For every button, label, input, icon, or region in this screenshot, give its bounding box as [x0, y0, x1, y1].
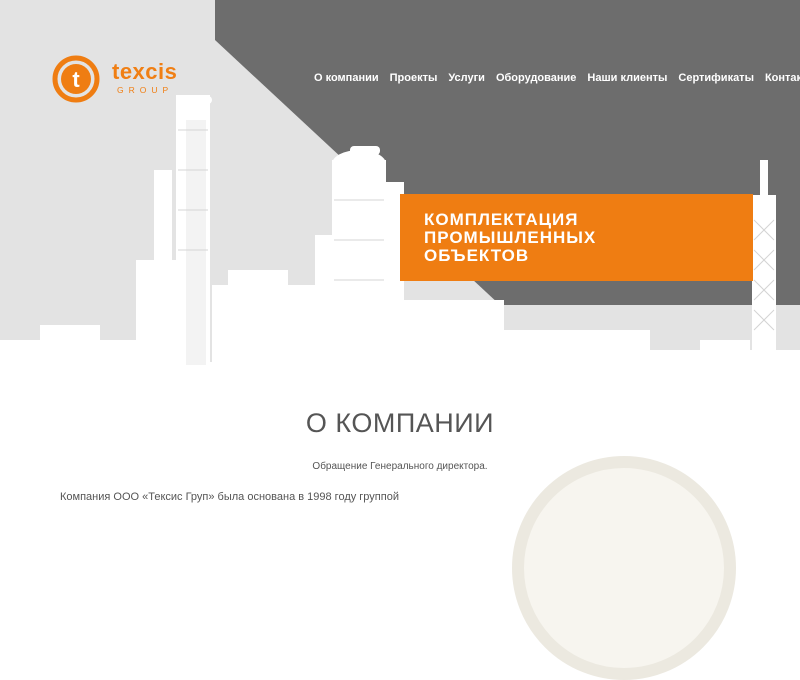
nav-item-projects[interactable]: Проекты: [390, 72, 438, 84]
hero-banner: КОМПЛЕКТАЦИЯ ПРОМЫШЛЕННЫХ ОБЪЕКТОВ: [400, 194, 753, 281]
company-intro-text: Компания ООО «Тексис Груп» была основана…: [60, 491, 399, 503]
nav-item-contacts[interactable]: Контакты: [765, 72, 800, 84]
main-nav: О компании Проекты Услуги Оборудование Н…: [314, 72, 800, 84]
brand-logo[interactable]: t texcis GROUP: [50, 52, 180, 108]
nav-item-certificates[interactable]: Сертификаты: [678, 72, 754, 84]
logo-mark-icon: t: [52, 55, 100, 103]
svg-text:t: t: [72, 67, 80, 92]
nav-item-equipment[interactable]: Оборудование: [496, 72, 576, 84]
director-photo: [512, 456, 736, 680]
hero-section: t texcis GROUP О компании Проекты Услуги…: [0, 0, 800, 392]
section-title: О КОМПАНИИ: [305, 408, 495, 438]
nav-item-services[interactable]: Услуги: [448, 72, 485, 84]
hero-headline: КОМПЛЕКТАЦИЯ ПРОМЫШЛЕННЫХ ОБЪЕКТОВ: [424, 210, 597, 265]
brand-subtitle: GROUP: [117, 85, 174, 95]
nav-item-about[interactable]: О компании: [314, 72, 379, 84]
brand-name: texcis: [112, 59, 178, 84]
nav-item-clients[interactable]: Наши клиенты: [587, 72, 667, 84]
